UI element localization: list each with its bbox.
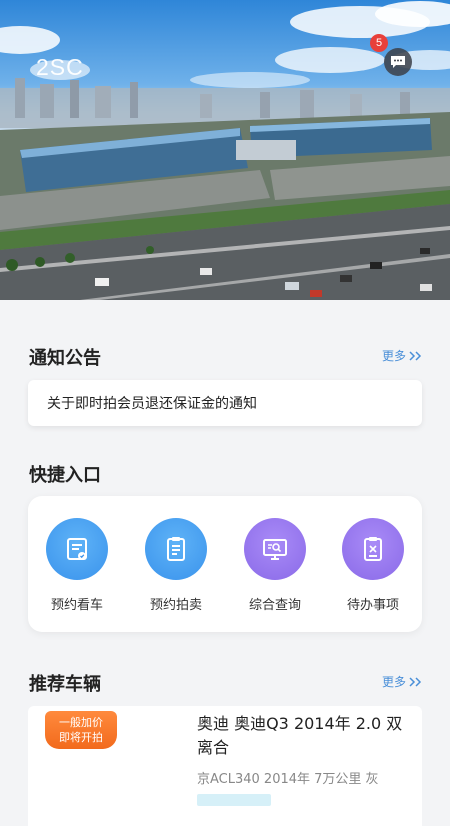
shortcut-label: 综合查询 [248, 598, 301, 613]
shortcuts-panel: 预约看车 预约拍卖 综合查询 待办事项 [28, 496, 422, 632]
auction-status-tag: 一般加价 即将开拍 [45, 711, 117, 749]
shortcut-label: 预约拍卖 [149, 598, 202, 613]
recommended-more-link[interactable]: 更多 [382, 673, 424, 690]
shortcuts-section-title: 快捷入口 [29, 465, 101, 486]
tag-line2: 即将开拍 [59, 731, 103, 744]
notice-more-link[interactable]: 更多 [382, 347, 424, 364]
double-chevron-right-icon [409, 350, 422, 361]
notice-text: 关于即时拍会员退还保证金的通知 [47, 396, 257, 412]
more-label: 更多 [382, 675, 407, 689]
messages-button[interactable] [384, 48, 412, 76]
auction-list-icon [145, 518, 207, 580]
double-chevron-right-icon [409, 676, 422, 687]
car-title: 奥迪 奥迪Q3 2014年 2.0 双离合 [197, 714, 403, 757]
hero-banner: 2SC 5 [0, 0, 450, 300]
tag-line1: 一般加价 [59, 716, 103, 729]
notice-section-title: 通知公告 [29, 348, 101, 369]
brand-logo: 2SC [36, 54, 84, 80]
car-booking-icon [46, 518, 108, 580]
shortcut-label: 待办事项 [346, 598, 399, 613]
shortcut-booking-view[interactable]: 预约看车 [37, 518, 117, 613]
more-label: 更多 [382, 349, 407, 363]
car-list-item[interactable]: 一般加价 即将开拍 奥迪 奥迪Q3 2014年 2.0 双离合 京ACL340 … [28, 706, 422, 826]
monitor-search-icon [244, 518, 306, 580]
shortcut-booking-auction[interactable]: 预约拍卖 [136, 518, 216, 613]
chat-bubble-icon [391, 56, 405, 68]
recommended-section-title: 推荐车辆 [29, 674, 101, 695]
clipboard-todo-icon [342, 518, 404, 580]
notice-item[interactable]: 关于即时拍会员退还保证金的通知 [28, 380, 422, 426]
car-subtitle: 京ACL340 2014年 7万公里 灰 [197, 772, 379, 787]
shortcut-todo[interactable]: 待办事项 [333, 518, 413, 613]
message-count-badge: 5 [370, 34, 388, 52]
car-price-chip [197, 794, 271, 806]
shortcut-general-query[interactable]: 综合查询 [235, 518, 315, 613]
shortcut-label: 预约看车 [50, 598, 103, 613]
